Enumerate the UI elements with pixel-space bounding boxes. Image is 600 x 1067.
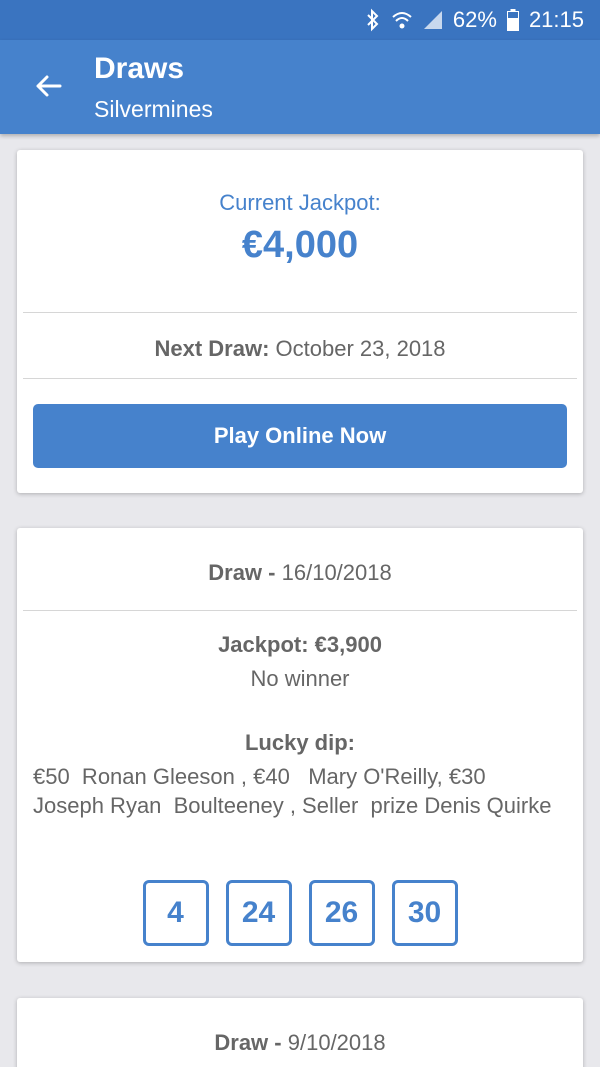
page-title: Draws xyxy=(94,52,185,85)
page-subtitle: Silvermines xyxy=(94,96,213,122)
draw-card: Draw - 16/10/2018 Jackpot: €3,900 No win… xyxy=(17,528,583,962)
draw-date: 16/10/2018 xyxy=(281,560,392,585)
next-draw: Next Draw: October 23, 2018 xyxy=(17,336,583,362)
draw-jackpot: Jackpot: €3,900 xyxy=(218,632,382,657)
divider xyxy=(23,610,577,611)
arrow-left-icon xyxy=(36,75,62,97)
clock: 21:15 xyxy=(528,7,584,32)
wifi-icon xyxy=(391,10,413,30)
number-ball: 26 xyxy=(308,880,375,946)
number-ball: 24 xyxy=(225,880,292,946)
next-draw-label: Next Draw: xyxy=(154,336,270,361)
number-ball: 4 xyxy=(142,880,209,946)
number-ball: 30 xyxy=(391,880,458,946)
jackpot-card: Current Jackpot: €4,000 Next Draw: Octob… xyxy=(17,150,583,493)
divider xyxy=(23,378,577,379)
app-bar: Draws Silvermines xyxy=(0,40,600,134)
jackpot-amount: €4,000 xyxy=(241,224,359,266)
battery-icon xyxy=(506,9,519,31)
draw-result: No winner xyxy=(250,666,350,691)
draw-label: Draw - xyxy=(208,560,276,585)
battery-level: 62% xyxy=(452,7,497,32)
play-online-button[interactable]: Play Online Now xyxy=(33,404,567,468)
back-button[interactable] xyxy=(24,62,72,110)
jackpot-label: Current Jackpot: xyxy=(219,190,381,215)
lucky-dip-label: Lucky dip: xyxy=(244,730,355,755)
signal-icon xyxy=(423,10,443,30)
next-draw-date: October 23, 2018 xyxy=(275,336,446,361)
lucky-dip-winners: €50 Ronan Gleeson , €40 Mary O'Reilly, €… xyxy=(33,764,552,818)
draw-card: Draw - 9/10/2018 xyxy=(17,998,583,1067)
bluetooth-icon xyxy=(365,8,381,32)
draw-date: 9/10/2018 xyxy=(287,1030,386,1055)
draw-header: Draw - 9/10/2018 xyxy=(17,1030,583,1056)
draw-header: Draw - 16/10/2018 xyxy=(17,560,583,586)
status-bar: 62% 21:15 xyxy=(0,0,600,40)
drawn-numbers: 4 24 26 30 xyxy=(17,880,583,946)
draw-label: Draw - xyxy=(214,1030,282,1055)
divider xyxy=(23,312,577,313)
